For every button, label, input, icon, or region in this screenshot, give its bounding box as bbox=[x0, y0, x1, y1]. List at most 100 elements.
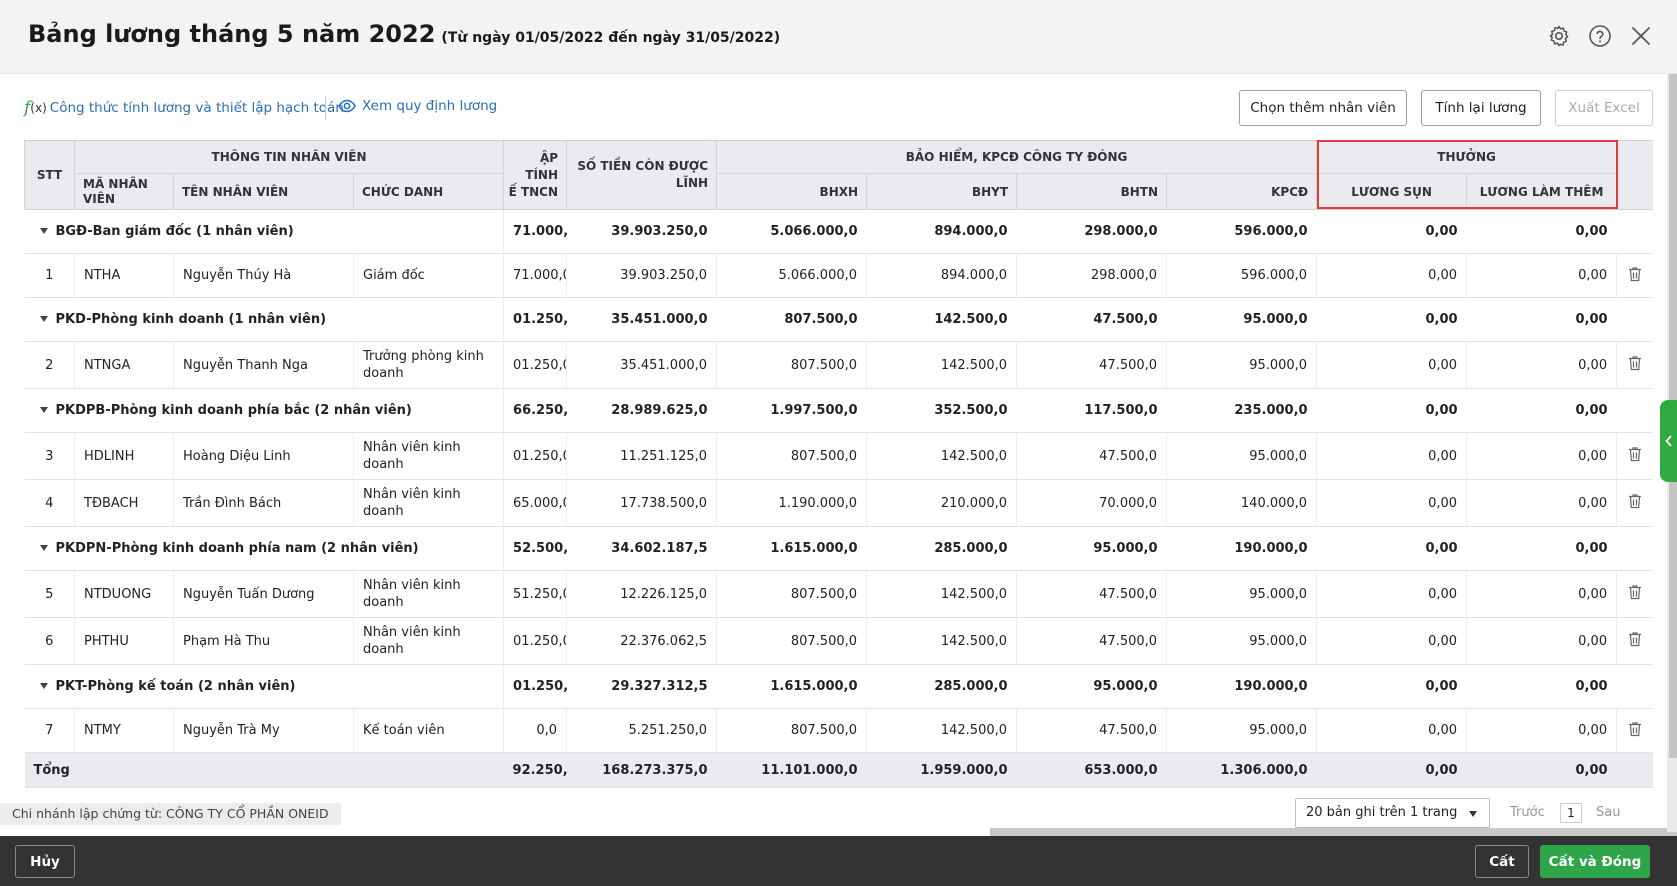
row-bhtn[interactable]: 47.500,0 bbox=[1016, 341, 1168, 389]
current-page[interactable]: 1 bbox=[1560, 803, 1582, 823]
export-excel-button[interactable]: Xuất Excel bbox=[1555, 90, 1653, 126]
row-kpcd[interactable]: 95.000,0 bbox=[1166, 708, 1318, 753]
row-bhyt[interactable]: 210.000,0 bbox=[866, 479, 1018, 527]
row-remaining[interactable]: 39.903.250,0 bbox=[566, 253, 718, 298]
settings-icon[interactable] bbox=[1545, 22, 1573, 50]
cancel-button[interactable]: Hủy bbox=[15, 845, 75, 878]
recalculate-button[interactable]: Tính lại lương bbox=[1421, 90, 1541, 126]
save-button[interactable]: Cất bbox=[1475, 845, 1529, 878]
rules-link[interactable]: Xem quy định lương bbox=[338, 98, 497, 114]
save-close-button[interactable]: Cất và Đóng bbox=[1540, 845, 1650, 878]
row-bhtn[interactable]: 47.500,0 bbox=[1016, 708, 1168, 753]
row-taxable[interactable]: 01.250,0 bbox=[503, 432, 568, 480]
row-bhxh[interactable]: 807.500,0 bbox=[716, 570, 868, 618]
add-employee-button[interactable]: Chọn thêm nhân viên bbox=[1239, 90, 1407, 126]
row-soft[interactable]: 0,00 bbox=[1316, 570, 1468, 618]
row-bhtn[interactable]: 298.000,0 bbox=[1016, 253, 1168, 298]
trash-icon[interactable] bbox=[1628, 493, 1642, 513]
row-kpcd[interactable]: 596.000,0 bbox=[1166, 253, 1318, 298]
row-ot[interactable]: 0,00 bbox=[1466, 617, 1618, 665]
row-bhyt[interactable]: 142.500,0 bbox=[866, 432, 1018, 480]
trash-icon[interactable] bbox=[1628, 446, 1642, 466]
trash-icon[interactable] bbox=[1628, 631, 1642, 651]
employee-row[interactable]: 5 NTDUONG Nguyễn Tuấn Dương Nhân viên kinh … bbox=[24, 570, 1653, 618]
row-bhyt[interactable]: 142.500,0 bbox=[866, 341, 1018, 389]
employee-row[interactable]: 7 NTMY Nguyễn Trà My Kế toán viên 0,0 5.251.2… bbox=[24, 708, 1653, 753]
employee-row[interactable]: 3 HDLINH Hoàng Diệu Linh Nhân viên kinh doa… bbox=[24, 432, 1653, 480]
employee-row[interactable]: 4 TĐBACH Trần Đình Bách Nhân viên kinh doan… bbox=[24, 479, 1653, 527]
side-panel-toggle[interactable] bbox=[1660, 400, 1677, 482]
group-label[interactable]: PKT-Phòng kế toán (2 nhân viên) bbox=[24, 664, 505, 709]
prev-page-link[interactable]: Trước bbox=[1510, 805, 1545, 820]
row-bhxh[interactable]: 1.190.000,0 bbox=[716, 479, 868, 527]
group-label[interactable]: PKDPN-Phòng kinh doanh phía nam (2 nhân … bbox=[24, 526, 505, 571]
row-kpcd[interactable]: 95.000,0 bbox=[1166, 570, 1318, 618]
row-remaining[interactable]: 11.251.125,0 bbox=[566, 432, 718, 480]
trash-icon[interactable] bbox=[1628, 721, 1642, 741]
next-page-link[interactable]: Sau bbox=[1596, 805, 1620, 820]
row-bhxh[interactable]: 5.066.000,0 bbox=[716, 253, 868, 298]
row-remaining[interactable]: 17.738.500,0 bbox=[566, 479, 718, 527]
row-remaining[interactable]: 5.251.250,0 bbox=[566, 708, 718, 753]
help-icon[interactable] bbox=[1586, 22, 1614, 50]
row-remaining[interactable]: 22.376.062,5 bbox=[566, 617, 718, 665]
group-row[interactable]: PKD-Phòng kinh doanh (1 nhân viên) 01.250… bbox=[24, 297, 1653, 342]
row-soft[interactable]: 0,00 bbox=[1316, 708, 1468, 753]
page-size-select[interactable]: 20 bản ghi trên 1 trang bbox=[1295, 798, 1490, 828]
row-bhyt[interactable]: 142.500,0 bbox=[866, 570, 1018, 618]
row-bhxh[interactable]: 807.500,0 bbox=[716, 617, 868, 665]
row-kpcd[interactable]: 95.000,0 bbox=[1166, 341, 1318, 389]
row-bhxh[interactable]: 807.500,0 bbox=[716, 708, 868, 753]
row-kpcd[interactable]: 140.000,0 bbox=[1166, 479, 1318, 527]
row-soft[interactable]: 0,00 bbox=[1316, 341, 1468, 389]
group-row[interactable]: PKT-Phòng kế toán (2 nhân viên)01.250,02… bbox=[24, 664, 1653, 709]
row-bhyt[interactable]: 142.500,0 bbox=[866, 708, 1018, 753]
row-taxable[interactable]: 71.000,0 bbox=[503, 253, 568, 298]
employee-row[interactable]: 2 NTNGA Nguyễn Thanh Nga Trưởng phòng kinh … bbox=[24, 341, 1653, 389]
trash-icon[interactable] bbox=[1628, 266, 1642, 286]
trash-icon[interactable] bbox=[1628, 584, 1642, 604]
caret-down-icon[interactable] bbox=[39, 315, 48, 322]
row-bhtn[interactable]: 47.500,0 bbox=[1016, 570, 1168, 618]
row-ot[interactable]: 0,00 bbox=[1466, 432, 1618, 480]
close-icon[interactable] bbox=[1627, 22, 1655, 50]
row-remaining[interactable]: 12.226.125,0 bbox=[566, 570, 718, 618]
row-taxable[interactable]: 65.000,0 bbox=[503, 479, 568, 527]
group-label[interactable]: BGĐ-Ban giám đốc (1 nhân viên) bbox=[24, 209, 505, 254]
row-bhxh[interactable]: 807.500,0 bbox=[716, 432, 868, 480]
row-remaining[interactable]: 35.451.000,0 bbox=[566, 341, 718, 389]
row-soft[interactable]: 0,00 bbox=[1316, 617, 1468, 665]
group-label[interactable]: PKDPB-Phòng kinh doanh phía bắc (2 nhân … bbox=[24, 388, 505, 433]
group-row[interactable]: PKDPB-Phòng kinh doanh phía bắc (2 nhân … bbox=[24, 388, 1653, 433]
row-soft[interactable]: 0,00 bbox=[1316, 479, 1468, 527]
horizontal-scrollbar[interactable] bbox=[990, 828, 1677, 836]
formula-link[interactable]: f (x) Công thức tính lương và thiết lập hạ… bbox=[24, 98, 344, 118]
caret-down-icon[interactable] bbox=[39, 544, 48, 551]
row-ot[interactable]: 0,00 bbox=[1466, 341, 1618, 389]
row-ot[interactable]: 0,00 bbox=[1466, 570, 1618, 618]
caret-down-icon[interactable] bbox=[39, 227, 48, 234]
group-row[interactable]: BGĐ-Ban giám đốc (1 nhân viên) 71.000,039… bbox=[24, 209, 1653, 254]
row-taxable[interactable]: 0,0 bbox=[503, 708, 568, 753]
row-ot[interactable]: 0,00 bbox=[1466, 479, 1618, 527]
trash-icon[interactable] bbox=[1628, 355, 1642, 375]
caret-down-icon[interactable] bbox=[39, 406, 48, 413]
group-label[interactable]: PKD-Phòng kinh doanh (1 nhân viên) bbox=[24, 297, 505, 342]
employee-row[interactable]: 6 PHTHU Phạm Hà Thu Nhân viên kinh doanh 01.… bbox=[24, 617, 1653, 665]
row-bhtn[interactable]: 70.000,0 bbox=[1016, 479, 1168, 527]
row-ot[interactable]: 0,00 bbox=[1466, 708, 1618, 753]
row-soft[interactable]: 0,00 bbox=[1316, 253, 1468, 298]
row-taxable[interactable]: 51.250,0 bbox=[503, 570, 568, 618]
row-taxable[interactable]: 01.250,0 bbox=[503, 617, 568, 665]
row-kpcd[interactable]: 95.000,0 bbox=[1166, 617, 1318, 665]
row-ot[interactable]: 0,00 bbox=[1466, 253, 1618, 298]
group-row[interactable]: PKDPN-Phòng kinh doanh phía nam (2 nhân … bbox=[24, 526, 1653, 571]
row-bhxh[interactable]: 807.500,0 bbox=[716, 341, 868, 389]
row-bhyt[interactable]: 142.500,0 bbox=[866, 617, 1018, 665]
caret-down-icon[interactable] bbox=[39, 682, 48, 689]
row-bhtn[interactable]: 47.500,0 bbox=[1016, 432, 1168, 480]
row-bhyt[interactable]: 894.000,0 bbox=[866, 253, 1018, 298]
employee-row[interactable]: 1 NTHA Nguyễn Thúy Hà Giám đốc 71.000,0 39.90… bbox=[24, 253, 1653, 298]
row-bhtn[interactable]: 47.500,0 bbox=[1016, 617, 1168, 665]
row-kpcd[interactable]: 95.000,0 bbox=[1166, 432, 1318, 480]
